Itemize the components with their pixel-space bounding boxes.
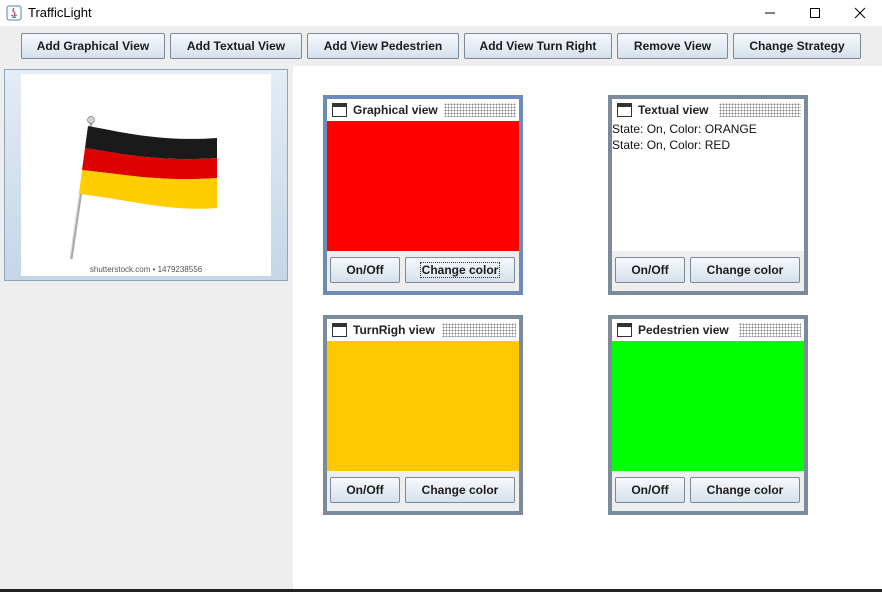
frame-title-bar[interactable]: Graphical view <box>327 99 519 121</box>
drag-grip[interactable] <box>739 323 801 337</box>
toolbar: Add Graphical View Add Textual View Add … <box>0 26 882 66</box>
state-log-line: State: On, Color: RED <box>612 138 731 152</box>
image-frame: shutterstock.com • 1479238556 <box>4 69 288 281</box>
watermark-text: shutterstock.com • 1479238556 <box>89 265 203 274</box>
pedestrien-view-frame[interactable]: Pedestrien view On/Off Change color <box>608 315 808 515</box>
light-color-panel <box>327 341 519 471</box>
drag-grip[interactable] <box>444 103 516 117</box>
window-icon <box>617 103 632 117</box>
frame-title-bar[interactable]: Textual view <box>612 99 804 121</box>
onoff-button[interactable]: On/Off <box>330 477 400 503</box>
close-button[interactable] <box>837 0 882 26</box>
change-strategy-button[interactable]: Change Strategy <box>733 33 861 59</box>
change-color-button[interactable]: Change color <box>690 257 800 283</box>
textual-view-frame[interactable]: Textual view State: On, Color: ORANGE St… <box>608 95 808 295</box>
remove-view-button[interactable]: Remove View <box>617 33 728 59</box>
state-log-line: State: On, Color: ORANGE <box>612 122 757 136</box>
onoff-button[interactable]: On/Off <box>330 257 400 283</box>
add-view-turn-right-button[interactable]: Add View Turn Right <box>464 33 612 59</box>
frame-title: TurnRigh view <box>353 323 435 337</box>
change-color-button[interactable]: Change color <box>405 257 515 283</box>
add-view-pedestrien-button[interactable]: Add View Pedestrien <box>307 33 459 59</box>
close-icon <box>854 7 866 19</box>
frame-title: Graphical view <box>353 103 438 117</box>
light-color-panel <box>612 341 804 471</box>
turnright-view-frame[interactable]: TurnRigh view On/Off Change color <box>323 315 523 515</box>
frame-title: Pedestrien view <box>638 323 729 337</box>
onoff-button[interactable]: On/Off <box>615 477 685 503</box>
add-graphical-view-button[interactable]: Add Graphical View <box>21 33 165 59</box>
java-app-icon <box>6 5 22 21</box>
drag-grip[interactable] <box>719 103 801 117</box>
window-icon <box>617 323 632 337</box>
change-color-label: Change color <box>419 262 501 278</box>
minimize-icon <box>765 12 775 14</box>
window-title: TrafficLight <box>28 5 92 20</box>
flag-image: shutterstock.com • 1479238556 <box>21 74 271 276</box>
frame-title-bar[interactable]: Pedestrien view <box>612 319 804 341</box>
frame-button-bar: On/Off Change color <box>327 251 519 291</box>
maximize-icon <box>810 8 820 18</box>
frame-button-bar: On/Off Change color <box>612 471 804 511</box>
add-textual-view-button[interactable]: Add Textual View <box>170 33 302 59</box>
light-color-panel <box>327 121 519 251</box>
minimize-button[interactable] <box>747 0 793 26</box>
graphical-view-frame[interactable]: Graphical view On/Off Change color <box>323 95 523 295</box>
change-color-button[interactable]: Change color <box>405 477 515 503</box>
frame-title-bar[interactable]: TurnRigh view <box>327 319 519 341</box>
image-panel: shutterstock.com • 1479238556 <box>0 66 293 589</box>
window-icon <box>332 103 347 117</box>
window-icon <box>332 323 347 337</box>
onoff-button[interactable]: On/Off <box>615 257 685 283</box>
change-color-button[interactable]: Change color <box>690 477 800 503</box>
maximize-button[interactable] <box>792 0 838 26</box>
frame-button-bar: On/Off Change color <box>327 471 519 511</box>
drag-grip[interactable] <box>442 323 516 337</box>
frame-button-bar: On/Off Change color <box>612 251 804 291</box>
window-title-bar: TrafficLight <box>0 0 882 26</box>
state-log-area: State: On, Color: ORANGE State: On, Colo… <box>612 121 804 251</box>
german-flag-illustration <box>69 116 217 260</box>
frame-title: Textual view <box>638 103 709 117</box>
